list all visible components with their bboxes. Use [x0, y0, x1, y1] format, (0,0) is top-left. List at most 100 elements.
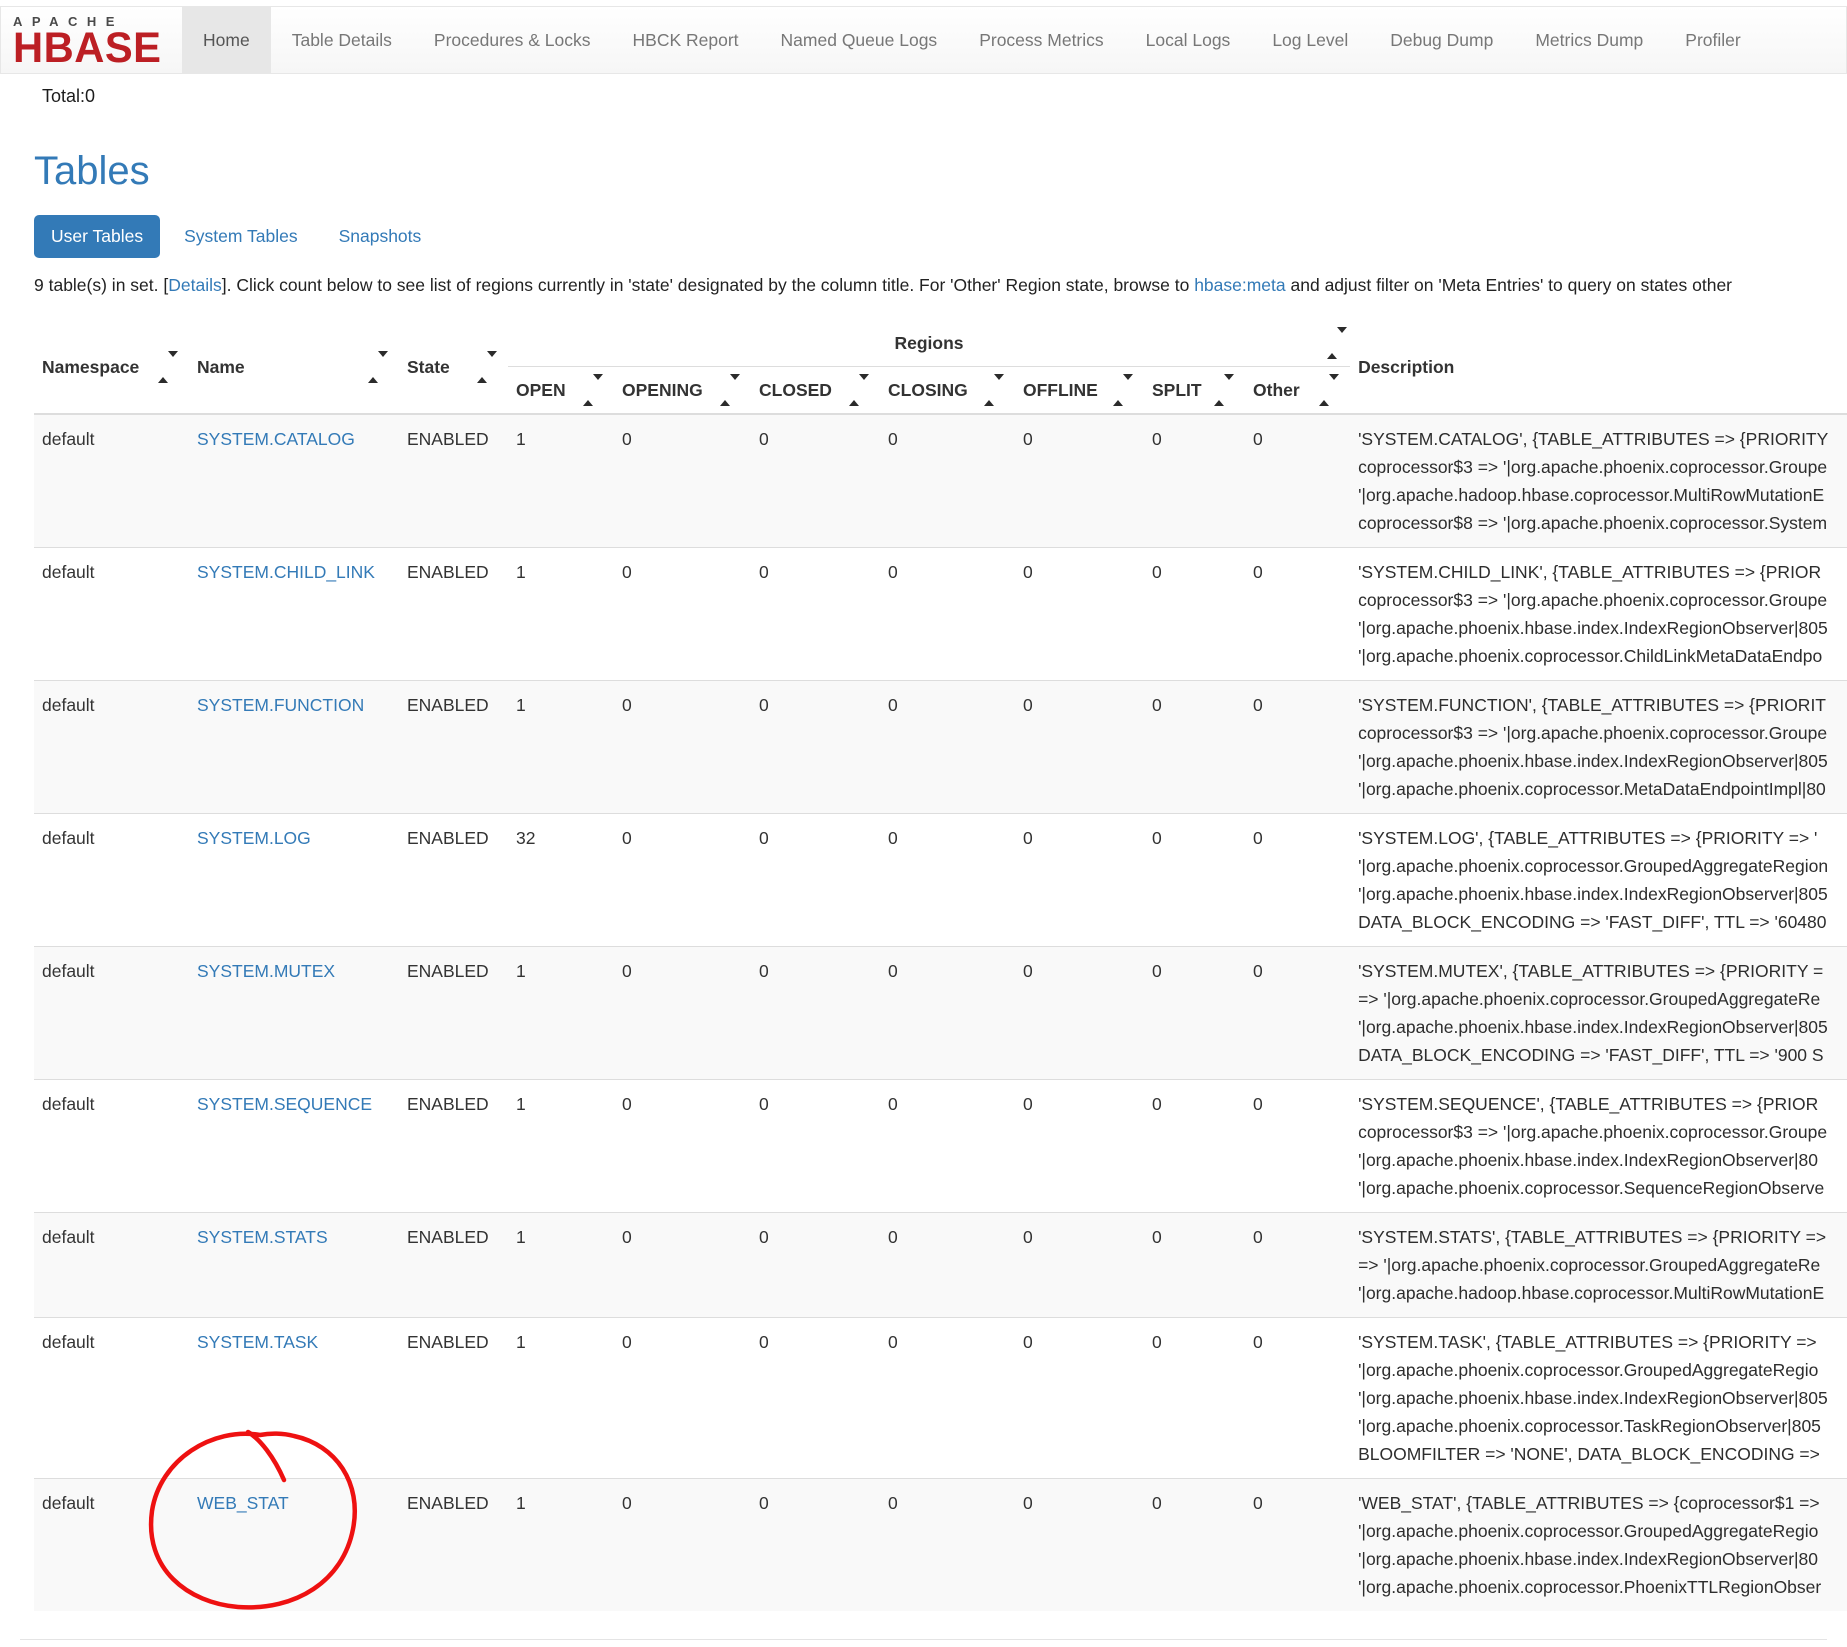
split-count[interactable]: 0 — [1144, 1479, 1245, 1612]
tab-snapshots[interactable]: Snapshots — [322, 215, 439, 258]
table-link-web-stat[interactable]: WEB_STAT — [197, 1493, 289, 1513]
column-header-split[interactable]: SPLIT — [1144, 367, 1245, 415]
closed-count[interactable]: 0 — [751, 1213, 880, 1318]
opening-count[interactable]: 0 — [614, 548, 751, 681]
closed-count[interactable]: 0 — [751, 814, 880, 947]
open-count[interactable]: 1 — [508, 548, 614, 681]
split-count[interactable]: 0 — [1144, 947, 1245, 1080]
tab-system-tables[interactable]: System Tables — [167, 215, 314, 258]
closing-count[interactable]: 0 — [880, 947, 1015, 1080]
closing-count[interactable]: 0 — [880, 1318, 1015, 1479]
other-count[interactable]: 0 — [1245, 681, 1350, 814]
column-header-name[interactable]: Name — [189, 320, 399, 414]
closed-count[interactable]: 0 — [751, 1479, 880, 1612]
opening-count[interactable]: 0 — [614, 814, 751, 947]
column-header-other[interactable]: Other — [1245, 367, 1350, 415]
opening-count[interactable]: 0 — [614, 414, 751, 548]
closed-count[interactable]: 0 — [751, 1080, 880, 1213]
closing-count[interactable]: 0 — [880, 1213, 1015, 1318]
open-count[interactable]: 1 — [508, 1318, 614, 1479]
nav-item-named-queue-logs[interactable]: Named Queue Logs — [760, 7, 959, 73]
offline-count[interactable]: 0 — [1015, 548, 1144, 681]
split-count[interactable]: 0 — [1144, 1213, 1245, 1318]
column-header-closed[interactable]: CLOSED — [751, 367, 880, 415]
column-header-offline[interactable]: OFFLINE — [1015, 367, 1144, 415]
split-count[interactable]: 0 — [1144, 548, 1245, 681]
opening-count[interactable]: 0 — [614, 681, 751, 814]
closing-count[interactable]: 0 — [880, 414, 1015, 548]
other-count[interactable]: 0 — [1245, 947, 1350, 1080]
column-header-namespace[interactable]: Namespace — [34, 320, 189, 414]
split-count[interactable]: 0 — [1144, 1080, 1245, 1213]
table-link-system-function[interactable]: SYSTEM.FUNCTION — [197, 695, 364, 715]
closed-count[interactable]: 0 — [751, 548, 880, 681]
closed-count[interactable]: 0 — [751, 414, 880, 548]
column-header-closing[interactable]: CLOSING — [880, 367, 1015, 415]
table-link-system-stats[interactable]: SYSTEM.STATS — [197, 1227, 328, 1247]
open-count[interactable]: 1 — [508, 1080, 614, 1213]
nav-item-profiler[interactable]: Profiler — [1664, 7, 1761, 73]
closing-count[interactable]: 0 — [880, 1080, 1015, 1213]
closed-count[interactable]: 0 — [751, 681, 880, 814]
offline-count[interactable]: 0 — [1015, 1318, 1144, 1479]
nav-item-home[interactable]: Home — [182, 7, 271, 73]
other-count[interactable]: 0 — [1245, 1080, 1350, 1213]
offline-count[interactable]: 0 — [1015, 414, 1144, 548]
split-count[interactable]: 0 — [1144, 814, 1245, 947]
nav-item-log-level[interactable]: Log Level — [1251, 7, 1369, 73]
split-count[interactable]: 0 — [1144, 414, 1245, 548]
hbase-meta-link[interactable]: hbase:meta — [1194, 275, 1285, 295]
table-link-system-child-link[interactable]: SYSTEM.CHILD_LINK — [197, 562, 375, 582]
nav-item-hbck-report[interactable]: HBCK Report — [612, 7, 760, 73]
open-count[interactable]: 1 — [508, 414, 614, 548]
closing-count[interactable]: 0 — [880, 548, 1015, 681]
closing-count[interactable]: 0 — [880, 681, 1015, 814]
other-count[interactable]: 0 — [1245, 1318, 1350, 1479]
opening-count[interactable]: 0 — [614, 1080, 751, 1213]
offline-count[interactable]: 0 — [1015, 681, 1144, 814]
offline-count[interactable]: 0 — [1015, 1479, 1144, 1612]
column-group-regions[interactable]: Regions — [508, 320, 1350, 367]
table-link-system-task[interactable]: SYSTEM.TASK — [197, 1332, 318, 1352]
tab-user-tables[interactable]: User Tables — [34, 215, 160, 258]
table-link-system-log[interactable]: SYSTEM.LOG — [197, 828, 311, 848]
other-count[interactable]: 0 — [1245, 814, 1350, 947]
other-count[interactable]: 0 — [1245, 1213, 1350, 1318]
nav-item-local-logs[interactable]: Local Logs — [1125, 7, 1252, 73]
open-count[interactable]: 1 — [508, 1213, 614, 1318]
table-link-system-sequence[interactable]: SYSTEM.SEQUENCE — [197, 1094, 372, 1114]
closing-count[interactable]: 0 — [880, 814, 1015, 947]
table-link-system-mutex[interactable]: SYSTEM.MUTEX — [197, 961, 335, 981]
closed-count[interactable]: 0 — [751, 947, 880, 1080]
opening-count[interactable]: 0 — [614, 1479, 751, 1612]
nav-item-debug-dump[interactable]: Debug Dump — [1369, 7, 1514, 73]
column-header-open[interactable]: OPEN — [508, 367, 614, 415]
open-count[interactable]: 1 — [508, 1479, 614, 1612]
details-link[interactable]: Details — [168, 275, 222, 295]
split-count[interactable]: 0 — [1144, 1318, 1245, 1479]
opening-count[interactable]: 0 — [614, 1213, 751, 1318]
closing-count[interactable]: 0 — [880, 1479, 1015, 1612]
other-count[interactable]: 0 — [1245, 1479, 1350, 1612]
column-header-state[interactable]: State — [399, 320, 508, 414]
offline-count[interactable]: 0 — [1015, 947, 1144, 1080]
table-link-system-catalog[interactable]: SYSTEM.CATALOG — [197, 429, 355, 449]
nav-item-metrics-dump[interactable]: Metrics Dump — [1514, 7, 1664, 73]
opening-count[interactable]: 0 — [614, 1318, 751, 1479]
opening-count[interactable]: 0 — [614, 947, 751, 1080]
nav-item-table-details[interactable]: Table Details — [271, 7, 413, 73]
open-count[interactable]: 1 — [508, 681, 614, 814]
nav-item-procedures-locks[interactable]: Procedures & Locks — [413, 7, 612, 73]
offline-count[interactable]: 0 — [1015, 1080, 1144, 1213]
open-count[interactable]: 1 — [508, 947, 614, 1080]
state-cell: ENABLED — [399, 1213, 508, 1318]
other-count[interactable]: 0 — [1245, 548, 1350, 681]
open-count[interactable]: 32 — [508, 814, 614, 947]
nav-item-process-metrics[interactable]: Process Metrics — [958, 7, 1124, 73]
offline-count[interactable]: 0 — [1015, 814, 1144, 947]
offline-count[interactable]: 0 — [1015, 1213, 1144, 1318]
split-count[interactable]: 0 — [1144, 681, 1245, 814]
closed-count[interactable]: 0 — [751, 1318, 880, 1479]
column-header-opening[interactable]: OPENING — [614, 367, 751, 415]
other-count[interactable]: 0 — [1245, 414, 1350, 548]
